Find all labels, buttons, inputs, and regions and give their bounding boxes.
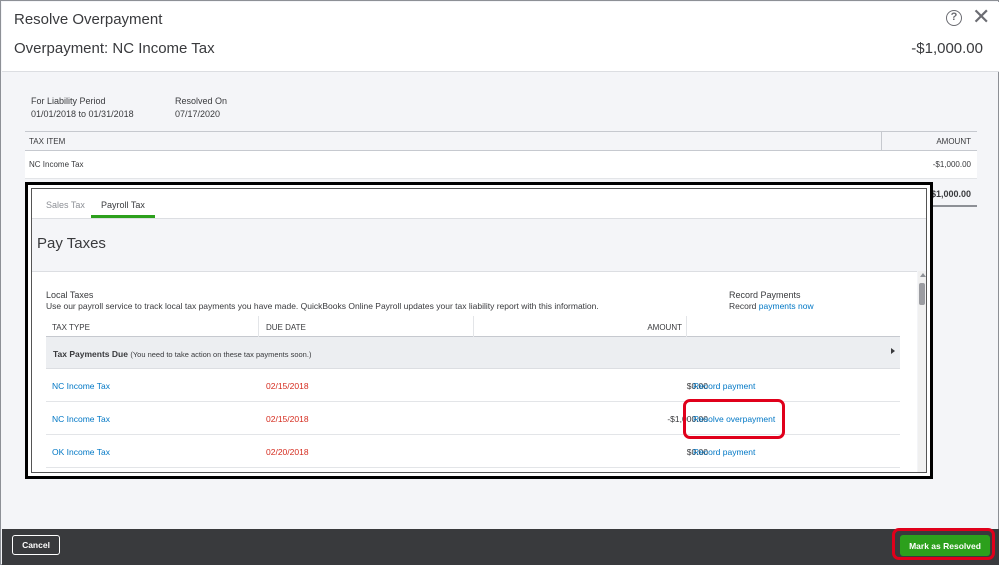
pay-taxes-panel: Sales Tax Payroll Tax Pay Taxes Local Ta… <box>31 188 927 473</box>
active-tab-indicator <box>91 215 155 218</box>
cancel-button[interactable]: Cancel <box>12 535 60 555</box>
scroll-thumb[interactable] <box>919 283 925 305</box>
column-divider <box>881 132 882 151</box>
scroll-up-arrow-icon[interactable] <box>920 273 926 277</box>
help-icon[interactable]: ? <box>946 10 962 26</box>
table-row: OK Income Tax 02/20/2018 $0.00 Record pa… <box>46 435 900 468</box>
local-taxes-description: Use our payroll service to track local t… <box>46 301 599 311</box>
amount-header: AMOUNT <box>647 323 682 332</box>
due-date-header: DUE DATE <box>266 323 306 332</box>
overpayment-title: Overpayment: NC Income Tax <box>14 40 215 57</box>
local-taxes-panel: Local Taxes Use our payroll service to t… <box>32 271 917 472</box>
due-date-cell: 02/15/2018 <box>266 414 309 424</box>
liability-period-label: For Liability Period <box>31 96 106 106</box>
tax-type-link[interactable]: OK Income Tax <box>52 447 110 457</box>
resolved-on-value: 07/17/2020 <box>175 109 221 119</box>
total-amount: -$1,000.00 <box>927 189 971 199</box>
record-payments-line: Record payments now <box>729 301 814 311</box>
chevron-right-icon[interactable] <box>891 348 895 354</box>
amount-header: AMOUNT <box>936 137 971 146</box>
tax-item-cell: NC Income Tax <box>29 160 84 169</box>
tax-tabs: Sales Tax Payroll Tax <box>32 189 926 219</box>
dialog-header: Resolve Overpayment ? ✕ Overpayment: NC … <box>2 2 999 72</box>
overpayment-amount: -$1,000.00 <box>911 40 983 57</box>
column-divider <box>473 316 474 337</box>
group-title-text: Tax Payments Due <box>53 349 128 359</box>
close-icon[interactable]: ✕ <box>972 6 990 28</box>
group-note: (You need to take action on these tax pa… <box>130 350 312 359</box>
mark-as-resolved-highlight <box>892 528 995 560</box>
payments-now-link[interactable]: payments now <box>759 301 814 311</box>
tax-payments-due-group[interactable]: Tax Payments Due (You need to take actio… <box>46 337 900 369</box>
local-taxes-title: Local Taxes <box>46 290 94 300</box>
record-prefix: Record <box>729 301 757 311</box>
dialog-title: Resolve Overpayment <box>14 11 163 28</box>
summary-table-header: TAX ITEM AMOUNT <box>25 131 977 151</box>
dialog-footer: Cancel Mark as Resolved <box>2 529 999 565</box>
tax-type-link[interactable]: NC Income Tax <box>52 381 110 391</box>
group-title: Tax Payments Due (You need to take actio… <box>53 349 311 359</box>
liability-period-value: 01/01/2018 to 01/31/2018 <box>31 109 134 119</box>
table-row: NC Income Tax 02/15/2018 $0.00 Record pa… <box>46 369 900 402</box>
column-divider <box>258 316 259 337</box>
payments-table-header: TAX TYPE DUE DATE AMOUNT <box>46 316 900 337</box>
resolved-on-label: Resolved On <box>175 96 228 106</box>
due-date-cell: 02/20/2018 <box>266 447 309 457</box>
tax-type-link[interactable]: NC Income Tax <box>52 414 110 424</box>
tax-item-header: TAX ITEM <box>29 137 66 146</box>
amount-cell: -$1,000.00 <box>932 160 971 169</box>
due-date-cell: 02/15/2018 <box>266 381 309 391</box>
tax-type-header: TAX TYPE <box>52 323 90 332</box>
record-payment-link[interactable]: Record payment <box>693 381 755 391</box>
resolve-overpayment-highlight <box>683 399 785 439</box>
tab-payroll-tax[interactable]: Payroll Tax <box>101 200 145 210</box>
tab-sales-tax[interactable]: Sales Tax <box>46 200 85 210</box>
table-row: NC Income Tax -$1,000.00 <box>25 151 977 179</box>
resolve-overpayment-dialog: Resolve Overpayment ? ✕ Overpayment: NC … <box>0 0 999 565</box>
column-divider <box>686 316 687 337</box>
page-title: Pay Taxes <box>37 235 106 252</box>
record-payment-link[interactable]: Record payment <box>693 447 755 457</box>
record-payments-title: Record Payments <box>729 290 801 300</box>
pay-taxes-screenshot-overlay: Sales Tax Payroll Tax Pay Taxes Local Ta… <box>25 182 933 479</box>
vertical-scrollbar[interactable] <box>918 271 926 472</box>
